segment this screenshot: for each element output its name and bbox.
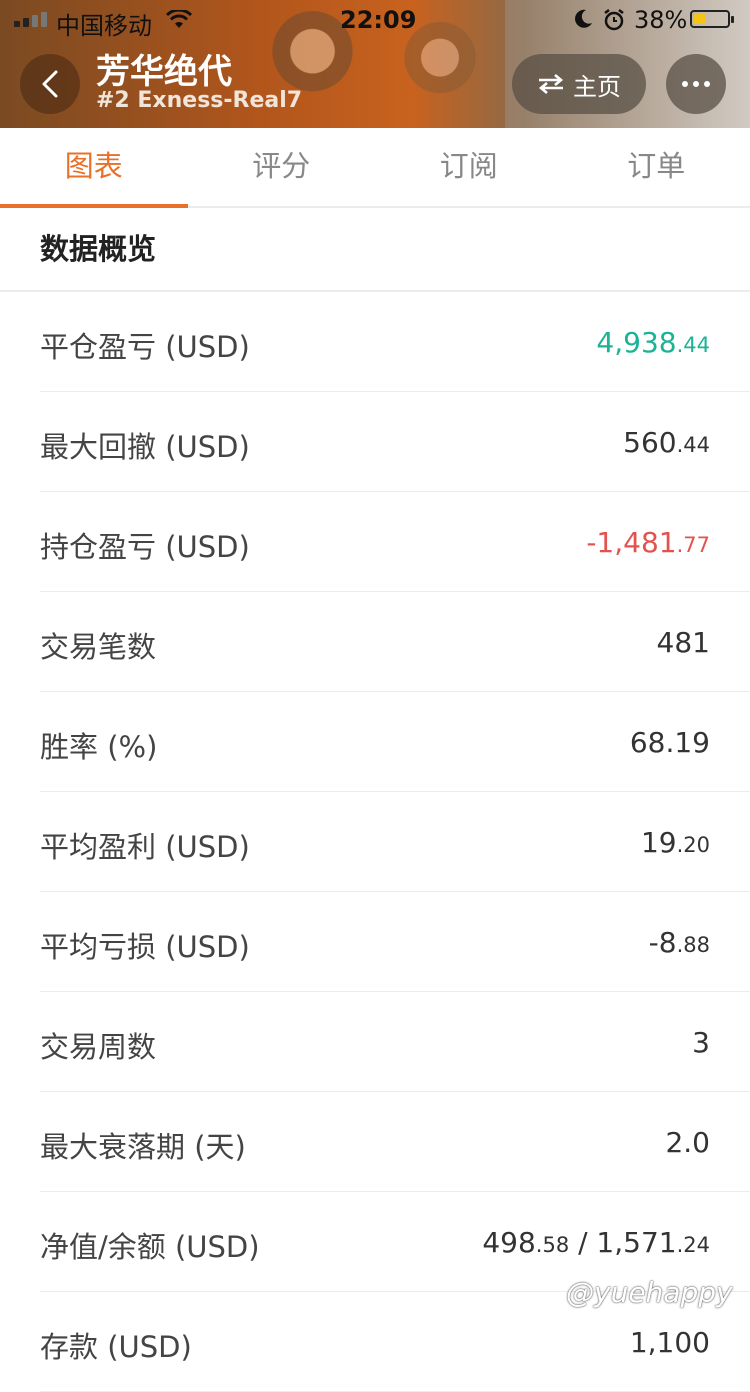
moon-icon bbox=[572, 8, 594, 36]
stat-label: 交易笔数 bbox=[40, 624, 156, 666]
stat-label: 胜率 (%) bbox=[40, 724, 157, 766]
list-item: 持仓盈亏 (USD) -1,481.77 bbox=[40, 492, 750, 592]
more-dots-icon bbox=[682, 81, 710, 87]
wifi-icon bbox=[166, 8, 192, 36]
stat-label: 平均盈利 (USD) bbox=[40, 824, 250, 866]
tab-orders[interactable]: 订单 bbox=[563, 128, 750, 206]
stat-value: 560.44 bbox=[623, 426, 710, 459]
stat-value: 1,100 bbox=[630, 1326, 710, 1359]
stat-value: -1,481.77 bbox=[586, 526, 710, 559]
stat-label: 净值/余额 (USD) bbox=[40, 1224, 260, 1266]
clock: 22:09 bbox=[340, 6, 416, 34]
section-title: 数据概览 bbox=[40, 226, 156, 268]
back-button[interactable] bbox=[20, 54, 80, 114]
tab-chart[interactable]: 图表 bbox=[0, 128, 188, 206]
list-item: 平仓盈亏 (USD) 4,938.44 bbox=[40, 292, 750, 392]
list-item: 交易周数 3 bbox=[40, 992, 750, 1092]
stat-label: 持仓盈亏 (USD) bbox=[40, 524, 250, 566]
stat-value: 19.20 bbox=[641, 826, 710, 859]
list-item: 最大回撤 (USD) 560.44 bbox=[40, 392, 750, 492]
stat-value: 68.19 bbox=[630, 726, 710, 759]
battery-icon bbox=[690, 10, 730, 28]
swap-arrows-icon bbox=[537, 73, 565, 95]
list-item: 最大衰落期 (天) 2.0 bbox=[40, 1092, 750, 1192]
stat-value: 481 bbox=[657, 626, 710, 659]
alarm-icon bbox=[602, 8, 626, 38]
account-subtitle: #2 Exness-Real7 bbox=[96, 88, 302, 113]
stat-label: 最大回撤 (USD) bbox=[40, 424, 250, 466]
battery-level bbox=[694, 14, 706, 24]
home-button[interactable]: 主页 bbox=[512, 54, 646, 114]
app-header: 中国移动 22:09 38% 芳华绝代 #2 Exness-Real7 主页 bbox=[0, 0, 750, 128]
stat-value: -8.88 bbox=[649, 926, 710, 959]
tab-rating[interactable]: 评分 bbox=[188, 128, 376, 206]
status-bar: 中国移动 22:09 38% bbox=[0, 0, 750, 40]
tab-bar: 图表 评分 订阅 订单 bbox=[0, 128, 750, 208]
watermark: @yuehappy bbox=[566, 1276, 733, 1309]
more-button[interactable] bbox=[666, 54, 726, 114]
stat-label: 交易周数 bbox=[40, 1024, 156, 1066]
chevron-left-icon bbox=[38, 69, 62, 99]
list-item: 平均亏损 (USD) -8.88 bbox=[40, 892, 750, 992]
tab-subscribe[interactable]: 订阅 bbox=[375, 128, 563, 206]
carrier-label: 中国移动 bbox=[56, 6, 152, 41]
stat-value: 4,938.44 bbox=[596, 326, 710, 359]
home-button-label: 主页 bbox=[573, 67, 621, 102]
stat-value: 2.0 bbox=[665, 1126, 710, 1159]
page-title: 芳华绝代 bbox=[96, 44, 232, 93]
stat-label: 存款 (USD) bbox=[40, 1324, 192, 1366]
stat-value: 3 bbox=[692, 1026, 710, 1059]
list-item: 平均盈利 (USD) 19.20 bbox=[40, 792, 750, 892]
stats-list: 平仓盈亏 (USD) 4,938.44 最大回撤 (USD) 560.44 持仓… bbox=[40, 292, 750, 1392]
stat-value: 498.58 / 1,571.24 bbox=[482, 1226, 710, 1259]
list-item: 胜率 (%) 68.19 bbox=[40, 692, 750, 792]
stat-label: 最大衰落期 (天) bbox=[40, 1124, 246, 1166]
stat-label: 平仓盈亏 (USD) bbox=[40, 324, 250, 366]
battery-percent: 38% bbox=[634, 6, 687, 34]
stat-label: 平均亏损 (USD) bbox=[40, 924, 250, 966]
list-item: 交易笔数 481 bbox=[40, 592, 750, 692]
signal-icon bbox=[14, 12, 47, 27]
